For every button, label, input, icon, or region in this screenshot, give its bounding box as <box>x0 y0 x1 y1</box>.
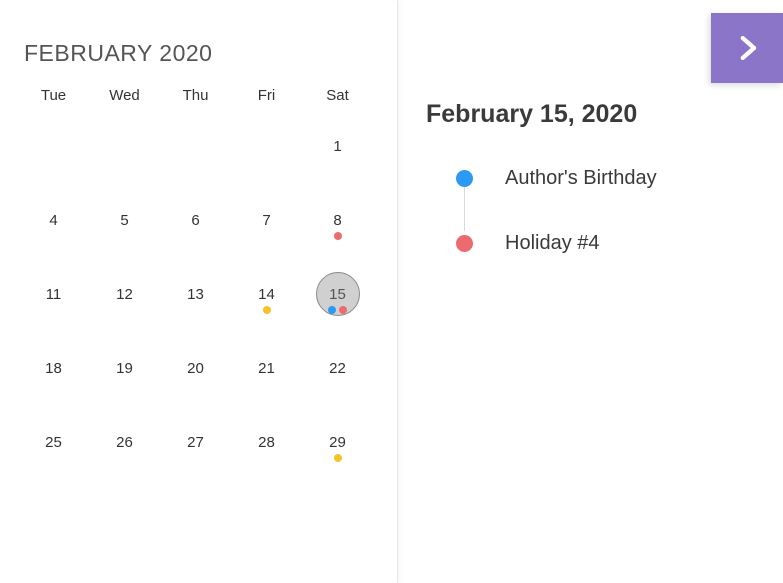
event-dot-icon <box>339 306 347 314</box>
weekday-header: Thu <box>160 81 231 118</box>
day-number: 26 <box>103 420 147 464</box>
event-bullet-icon <box>456 235 473 252</box>
day-cell[interactable]: 21 <box>231 340 302 414</box>
day-cell-empty <box>160 118 231 192</box>
day-cell[interactable]: 27 <box>160 414 231 488</box>
day-cell[interactable]: 11 <box>18 266 89 340</box>
chevron-right-icon <box>730 31 764 65</box>
weekday-header: Tue <box>18 81 89 118</box>
event-label: Author's Birthday <box>505 167 657 190</box>
calendar-left: FEBRUARY 2020 TueWedThuFriSat 1456781112… <box>0 0 398 583</box>
event-item[interactable]: Author's Birthday <box>456 167 763 190</box>
detail-pane: February 15, 2020 Author's Birthday Holid… <box>398 0 783 583</box>
event-dot-icon <box>263 306 271 314</box>
day-number: 12 <box>103 272 147 316</box>
calendar-panel: FEBRUARY 2020 TueWedThuFriSat 1456781112… <box>0 0 783 583</box>
day-number: 19 <box>103 346 147 390</box>
selected-date-heading: February 15, 2020 <box>426 100 763 129</box>
event-dot-icon <box>328 306 336 314</box>
day-grid: 145678111213141518192021222526272829 <box>18 118 373 488</box>
day-cell[interactable]: 15 <box>302 266 373 340</box>
weekday-header: Fri <box>231 81 302 118</box>
day-cell[interactable]: 18 <box>18 340 89 414</box>
day-cell[interactable]: 14 <box>231 266 302 340</box>
weekday-header: Wed <box>89 81 160 118</box>
day-cell[interactable]: 26 <box>89 414 160 488</box>
day-number: 28 <box>245 420 289 464</box>
day-cell-empty <box>89 118 160 192</box>
day-cell[interactable]: 28 <box>231 414 302 488</box>
day-cell[interactable]: 4 <box>18 192 89 266</box>
day-cell[interactable]: 29 <box>302 414 373 488</box>
next-button[interactable] <box>711 13 783 83</box>
event-dot-icon <box>334 232 342 240</box>
day-number: 22 <box>316 346 360 390</box>
event-list: Author's Birthday Holiday #4 <box>426 167 763 255</box>
day-cell[interactable]: 13 <box>160 266 231 340</box>
day-cell[interactable]: 1 <box>302 118 373 192</box>
day-number: 25 <box>32 420 76 464</box>
event-connector-line <box>464 183 465 231</box>
day-number: 13 <box>174 272 218 316</box>
day-cell[interactable]: 20 <box>160 340 231 414</box>
day-cell[interactable]: 22 <box>302 340 373 414</box>
day-number: 27 <box>174 420 218 464</box>
event-indicator-row <box>231 306 302 314</box>
day-number: 6 <box>174 198 218 242</box>
day-number: 11 <box>32 272 76 316</box>
event-indicator-row <box>302 454 373 462</box>
event-item[interactable]: Holiday #4 <box>456 232 763 255</box>
month-title: FEBRUARY 2020 <box>24 40 373 67</box>
event-dot-icon <box>334 454 342 462</box>
day-cell[interactable]: 19 <box>89 340 160 414</box>
weekday-header: Sat <box>302 81 373 118</box>
day-cell[interactable]: 25 <box>18 414 89 488</box>
day-number: 18 <box>32 346 76 390</box>
day-cell[interactable]: 5 <box>89 192 160 266</box>
day-number: 5 <box>103 198 147 242</box>
day-cell-empty <box>18 118 89 192</box>
day-number: 4 <box>32 198 76 242</box>
day-number: 7 <box>245 198 289 242</box>
day-cell[interactable]: 6 <box>160 192 231 266</box>
event-indicator-row <box>302 306 373 314</box>
day-cell[interactable]: 12 <box>89 266 160 340</box>
day-cell-empty <box>231 118 302 192</box>
day-number: 21 <box>245 346 289 390</box>
event-indicator-row <box>302 232 373 240</box>
weekday-header-row: TueWedThuFriSat <box>18 81 373 118</box>
day-number: 20 <box>174 346 218 390</box>
event-bullet-icon <box>456 170 473 187</box>
day-cell[interactable]: 8 <box>302 192 373 266</box>
day-number: 1 <box>316 124 360 168</box>
day-cell[interactable]: 7 <box>231 192 302 266</box>
event-label: Holiday #4 <box>505 232 600 255</box>
